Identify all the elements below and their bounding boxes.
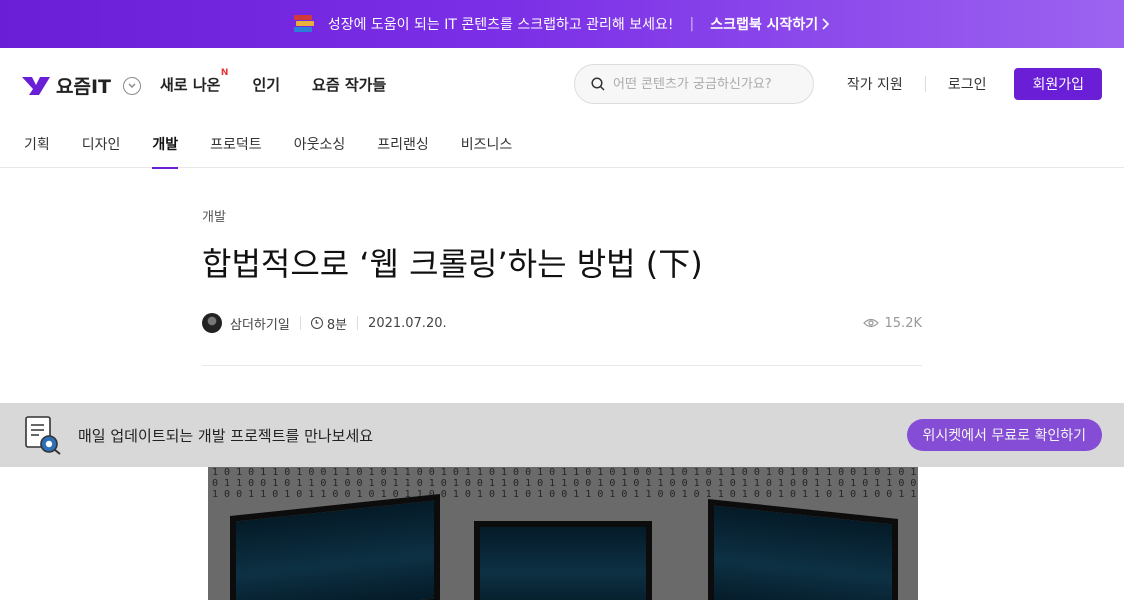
tab-development[interactable]: 개발 <box>152 120 178 169</box>
article-meta: 삼더하기일 8분 2021.07.20. 15.2K <box>202 313 922 333</box>
document-search-icon <box>25 416 61 455</box>
nav-item-new[interactable]: 새로 나온 N <box>160 68 228 95</box>
header-divider <box>924 76 926 92</box>
signup-button[interactable]: 회원가입 <box>1014 68 1102 100</box>
tab-freelancing[interactable]: 프리랜싱 <box>377 120 429 168</box>
promo-text: 성장에 도움이 되는 IT 콘텐츠를 스크랩하고 관리해 보세요! <box>327 17 674 33</box>
tab-product[interactable]: 프로덕트 <box>210 120 262 168</box>
promo-cta-label: 스크랩북 시작하기 <box>710 17 819 33</box>
article-header: 개발 합법적으로 ‘웹 크롤링’하는 방법 (下) 삼더하기일 8분 2021.… <box>202 168 922 366</box>
chevron-down-icon[interactable] <box>123 76 141 95</box>
clock-icon <box>310 317 323 329</box>
wishket-free-check-button[interactable]: 위시켓에서 무료로 확인하기 <box>906 419 1102 451</box>
header-actions: 작가 지원 로그인 회원가입 <box>847 68 1102 100</box>
book-stack-icon <box>293 15 314 33</box>
nav-item-label: 새로 나온 <box>160 76 221 94</box>
search-input[interactable] <box>613 76 793 92</box>
tab-design[interactable]: 디자인 <box>82 120 121 168</box>
site-logo[interactable]: 요즘IT <box>22 72 141 99</box>
tab-business[interactable]: 비즈니스 <box>461 120 513 168</box>
new-badge: N <box>220 68 229 78</box>
article-title: 합법적으로 ‘웹 크롤링’하는 방법 (下) <box>202 245 703 283</box>
chevron-right-icon <box>822 18 830 30</box>
promo-banner[interactable]: 성장에 도움이 되는 IT 콘텐츠를 스크랩하고 관리해 보세요! | 스크랩북… <box>0 0 1124 48</box>
author-avatar[interactable] <box>202 313 222 333</box>
promo-separator: | <box>689 16 695 32</box>
view-count-value: 15.2K <box>884 315 922 331</box>
promo-cta-link[interactable]: 스크랩북 시작하기 <box>710 14 830 34</box>
writer-support-link[interactable]: 작가 지원 <box>847 74 903 94</box>
eye-icon <box>862 318 879 328</box>
tab-planning[interactable]: 기획 <box>24 120 50 168</box>
meta-divider <box>357 316 359 330</box>
tab-outsourcing[interactable]: 아웃소싱 <box>294 120 346 168</box>
article-hero-image: 1 0 1 0 1 1 0 1 0 0 1 1 0 1 0 1 1 0 0 1 … <box>208 467 918 600</box>
meta-divider <box>299 316 301 330</box>
article-category[interactable]: 개발 <box>202 206 922 225</box>
divider-line <box>202 365 922 366</box>
nav-item-writers[interactable]: 요즘 작가들 <box>312 74 386 95</box>
project-promo-message: 매일 업데이트되는 개발 프로젝트를 만나보세요 <box>78 426 374 445</box>
category-tabs: 기획 디자인 개발 프로덕트 아웃소싱 프리랜싱 비즈니스 <box>0 120 1124 169</box>
image-overlay <box>208 467 918 600</box>
author-name[interactable]: 삼더하기일 <box>230 314 290 333</box>
view-count: 15.2K <box>862 315 922 331</box>
site-header: 요즘IT 새로 나온 N 인기 요즘 작가들 작가 지원 로그인 회원가입 <box>0 48 1124 120</box>
logo-text: 요즘IT <box>56 76 111 98</box>
main-nav: 새로 나온 N 인기 요즘 작가들 <box>160 68 386 95</box>
publish-date: 2021.07.20. <box>368 315 447 331</box>
login-link[interactable]: 로그인 <box>948 74 987 94</box>
nav-item-popular[interactable]: 인기 <box>252 74 280 95</box>
project-promo-banner[interactable]: 매일 업데이트되는 개발 프로젝트를 만나보세요 위시켓에서 무료로 확인하기 <box>0 403 1124 467</box>
search-box[interactable] <box>574 64 814 104</box>
logo-mark-icon <box>22 76 50 95</box>
search-icon <box>591 77 605 91</box>
read-time: 8분 <box>326 317 348 333</box>
